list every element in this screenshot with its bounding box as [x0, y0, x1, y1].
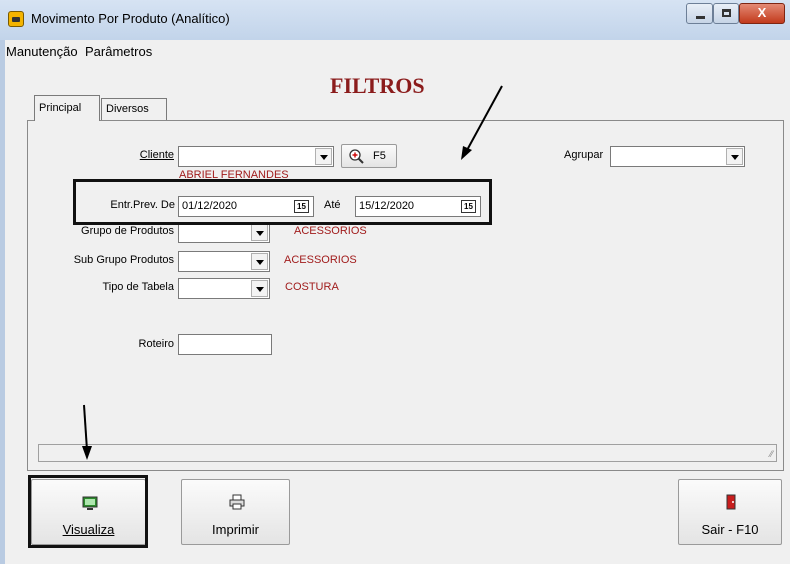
tab-label: Principal: [39, 102, 82, 114]
arrow-date-range-head: [461, 146, 472, 160]
arrow-date-range-line: [465, 85, 503, 153]
arrow-visualiza-line: [83, 404, 88, 451]
tab-principal[interactable]: Principal: [34, 95, 100, 121]
annotation-arrows: [82, 85, 503, 460]
arrow-visualiza-head: [82, 446, 92, 460]
